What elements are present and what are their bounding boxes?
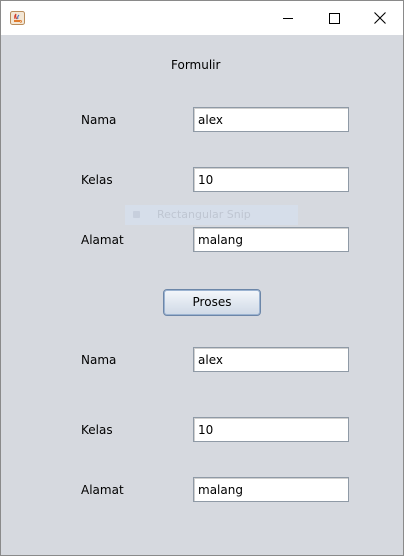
- java-cup-icon: [10, 11, 25, 25]
- close-icon: [374, 12, 386, 24]
- close-button[interactable]: [357, 1, 403, 35]
- form-panel: Formulir Nama Kelas Alamat Rectangular S…: [1, 35, 403, 555]
- title-bar[interactable]: [1, 1, 403, 35]
- nama-label: Nama: [81, 113, 117, 127]
- snip-label: Rectangular Snip: [157, 208, 251, 221]
- output-nama-field[interactable]: [193, 347, 349, 372]
- minimize-icon: [282, 13, 294, 24]
- nama-input[interactable]: [193, 107, 349, 132]
- maximize-button[interactable]: [311, 1, 357, 35]
- minimize-button[interactable]: [265, 1, 311, 35]
- output-nama-label: Nama: [81, 353, 117, 367]
- form-heading: Formulir: [171, 58, 221, 72]
- output-kelas-label: Kelas: [81, 423, 113, 437]
- application-window: Formulir Nama Kelas Alamat Rectangular S…: [0, 0, 404, 556]
- output-alamat-field[interactable]: [193, 477, 349, 502]
- kelas-label: Kelas: [81, 173, 113, 187]
- snip-icon: [133, 211, 140, 218]
- rectangular-snip-overlay: Rectangular Snip: [125, 205, 298, 225]
- alamat-input[interactable]: [193, 227, 349, 252]
- maximize-icon: [328, 12, 340, 24]
- alamat-label: Alamat: [81, 233, 124, 247]
- proses-button[interactable]: Proses: [163, 289, 261, 316]
- kelas-input[interactable]: [193, 167, 349, 192]
- output-kelas-field[interactable]: [193, 417, 349, 442]
- output-alamat-label: Alamat: [81, 483, 124, 497]
